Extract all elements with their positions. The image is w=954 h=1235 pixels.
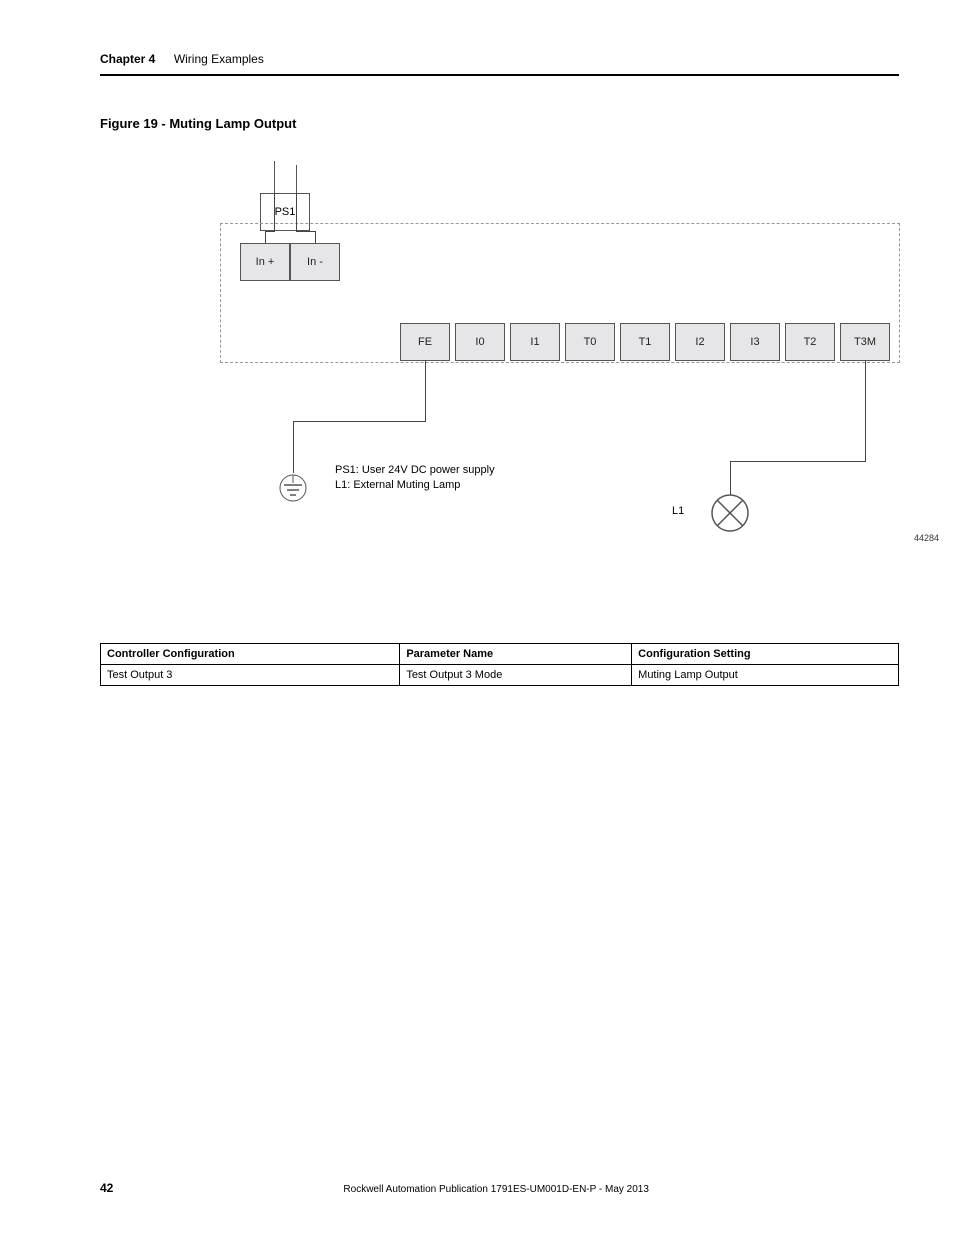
terminal-t0-label: T0 [584,336,597,348]
wire-ps1-r-down [296,193,297,231]
publication-line: Rockwell Automation Publication 1791ES-U… [113,1184,879,1195]
terminal-in-plus: In + [240,243,290,281]
terminal-t1-label: T1 [639,336,652,348]
wire-ps1-inminus-v [315,231,316,243]
terminal-t0: T0 [565,323,615,361]
terminal-i2: I2 [675,323,725,361]
chapter-number: Chapter 4 [100,52,155,66]
table-header-row: Controller Configuration Parameter Name … [101,644,899,665]
terminal-in-plus-label: In + [256,256,275,268]
terminal-t2-label: T2 [804,336,817,348]
wiring-diagram: PS1 In + In - FE I0 I1 T0 T1 I2 I3 T2 T3… [100,143,899,583]
lamp-label: L1 [672,505,684,517]
table-row: Test Output 3 Test Output 3 Mode Muting … [101,665,899,686]
wire-to-lamp [730,461,731,495]
terminal-i1: I1 [510,323,560,361]
terminal-t3m: T3M [840,323,890,361]
wire-fe-down [425,361,426,421]
cell-parameter-name: Test Output 3 Mode [400,665,632,686]
cell-controller-config: Test Output 3 [101,665,400,686]
wire-ps1-inplus-h [265,231,275,232]
wire-fe-h [293,421,426,422]
ps1-right-lead [296,173,297,193]
terminal-i3: I3 [730,323,780,361]
lamp-symbol [710,493,750,533]
diagram-legend: PS1: User 24V DC power supply L1: Extern… [335,463,495,494]
terminal-i0-label: I0 [475,336,484,348]
th-parameter-name: Parameter Name [400,644,632,665]
terminal-t3m-label: T3M [854,336,876,348]
wire-fe-to-gnd [293,421,294,473]
ps1-right-tick [296,165,297,173]
ps1-left-lead [274,173,275,193]
page-header: Chapter 4 Wiring Examples [100,50,899,76]
config-table: Controller Configuration Parameter Name … [100,643,899,686]
ps1-left-tick [274,161,275,173]
terminal-in-minus-label: In - [307,256,323,268]
terminal-in-minus: In - [290,243,340,281]
ground-symbol [278,473,308,503]
figure-title: Figure 19 - Muting Lamp Output [100,116,899,131]
terminal-fe: FE [400,323,450,361]
legend-ps1: PS1: User 24V DC power supply [335,463,495,478]
terminal-i3-label: I3 [750,336,759,348]
figure-id: 44284 [914,533,939,543]
terminal-i0: I0 [455,323,505,361]
wire-ps1-inminus-h [296,231,316,232]
terminal-i1-label: I1 [530,336,539,348]
terminal-t2: T2 [785,323,835,361]
chapter-title: Wiring Examples [174,52,264,66]
terminal-t1: T1 [620,323,670,361]
terminal-fe-label: FE [418,336,432,348]
page-footer: 42 Rockwell Automation Publication 1791E… [100,1181,899,1195]
wire-ps1-inplus [265,231,266,243]
page-number: 42 [100,1181,113,1195]
th-config-setting: Configuration Setting [632,644,899,665]
ps1-label: PS1 [275,206,296,218]
legend-l1: L1: External Muting Lamp [335,478,495,493]
wire-ps1-l-down [274,193,275,231]
wire-t3m-h [730,461,866,462]
wire-t3m-down [865,361,866,461]
terminal-i2-label: I2 [695,336,704,348]
cell-config-setting: Muting Lamp Output [632,665,899,686]
th-controller-config: Controller Configuration [101,644,400,665]
